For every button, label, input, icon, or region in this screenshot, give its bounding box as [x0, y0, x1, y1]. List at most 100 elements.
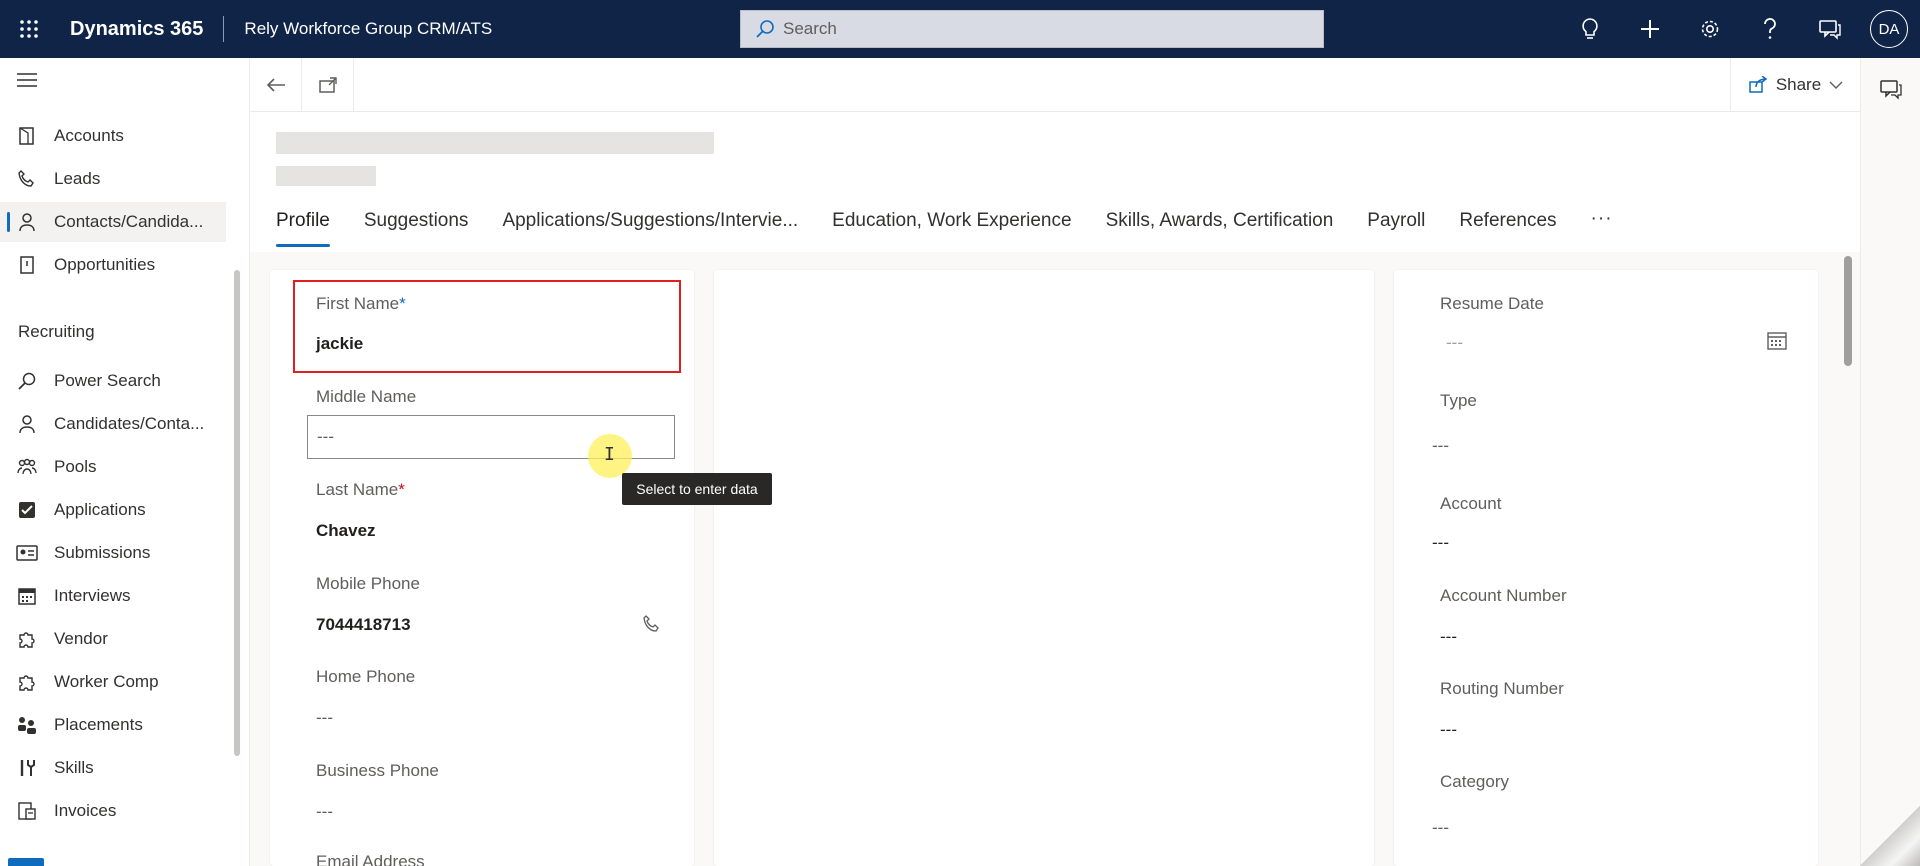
sidebar-item-applications[interactable]: Applications [0, 490, 226, 530]
sidebar-item-contacts[interactable]: Contacts/Candida... [0, 202, 226, 242]
lightbulb-icon[interactable] [1560, 0, 1620, 58]
tab-list: Profile Suggestions Applications/Suggest… [276, 208, 1613, 252]
share-icon [1749, 76, 1768, 93]
calendar-icon[interactable] [1766, 330, 1788, 357]
checkbox-icon [0, 501, 54, 519]
puzzle-icon [0, 629, 54, 649]
business-phone-label: Business Phone [316, 761, 439, 780]
first-name-input[interactable]: jackie [316, 334, 363, 354]
sidebar-item-label: Power Search [54, 371, 161, 390]
account-number-input[interactable]: --- [1440, 627, 1457, 647]
person-icon [0, 414, 54, 434]
calendar-icon [0, 586, 54, 606]
sidebar-scrollbar[interactable] [234, 270, 240, 756]
back-button[interactable] [250, 58, 302, 112]
record-title-placeholder [276, 132, 714, 154]
id-card-icon [0, 545, 54, 561]
plus-icon[interactable] [1620, 0, 1680, 58]
resume-date-input[interactable]: --- [1446, 333, 1463, 353]
sidebar-item-pools[interactable]: Pools [0, 447, 226, 487]
type-input[interactable]: --- [1432, 436, 1449, 456]
command-bar: Share [250, 58, 1860, 112]
account-input[interactable]: --- [1432, 533, 1449, 553]
sidebar-item-power-search[interactable]: Power Search [0, 361, 226, 401]
routing-number-input[interactable]: --- [1440, 720, 1457, 740]
search-icon [756, 20, 774, 38]
chevron-down-icon [1829, 81, 1843, 89]
record-subtitle-placeholder [276, 166, 376, 186]
last-name-input[interactable]: Chavez [316, 521, 376, 541]
text-cursor-icon: I [604, 444, 615, 465]
tab-references[interactable]: References [1459, 208, 1556, 232]
account-label: Account [1440, 494, 1502, 513]
sidebar-item-submissions[interactable]: Submissions [0, 533, 226, 573]
section-header-recruiting: Recruiting [18, 322, 95, 341]
sidebar-item-candidates[interactable]: Candidates/Conta... [0, 404, 226, 444]
type-label: Type [1440, 391, 1477, 410]
document-icon [0, 255, 54, 275]
environment-name[interactable]: Rely Workforce Group CRM/ATS [244, 19, 492, 39]
sidebar-item-opportunities[interactable]: Opportunities [0, 245, 226, 285]
account-number-label: Account Number [1440, 586, 1567, 605]
sidebar-item-invoices[interactable]: Invoices [0, 791, 226, 831]
sidebar-item-label: Worker Comp [54, 672, 159, 691]
back-arrow-icon [266, 78, 285, 92]
middle-section-card [714, 270, 1374, 866]
sidebar-item-label: Vendor [54, 629, 108, 648]
tools-icon [0, 758, 54, 778]
more-tabs-icon[interactable]: ··· [1591, 208, 1613, 230]
app-launcher-icon[interactable] [0, 0, 58, 58]
tab-suggestions[interactable]: Suggestions [364, 208, 469, 232]
sidebar-item-placements[interactable]: Placements [0, 705, 226, 745]
share-label: Share [1775, 75, 1822, 94]
sidebar-item-interviews[interactable]: Interviews [0, 576, 226, 616]
sidebar-item-label: Applications [54, 500, 146, 519]
open-in-new-window-button[interactable] [302, 58, 354, 112]
chat-icon[interactable] [1879, 78, 1903, 105]
pop-out-icon [318, 77, 337, 93]
sidebar-item-accounts[interactable]: Accounts [0, 116, 226, 156]
hamburger-menu-icon[interactable] [16, 72, 38, 93]
page-curl-decoration [1860, 806, 1920, 866]
help-icon[interactable] [1740, 0, 1800, 58]
home-phone-label: Home Phone [316, 667, 416, 686]
invoice-icon [0, 801, 54, 821]
accounts-icon [0, 126, 54, 146]
share-button[interactable]: Share [1730, 58, 1860, 112]
people-icon [0, 715, 54, 735]
person-icon [0, 212, 54, 232]
email-label: Email Address [316, 852, 425, 866]
sidebar-item-label: Opportunities [54, 255, 156, 274]
tab-applications[interactable]: Applications/Suggestions/Intervie... [502, 208, 798, 232]
sidebar-item-label: Submissions [54, 543, 151, 562]
chat-icon[interactable] [1800, 0, 1860, 58]
category-input[interactable]: --- [1432, 818, 1449, 838]
phone-icon [0, 169, 54, 189]
global-search-input[interactable]: Search [740, 10, 1324, 48]
middle-name-placeholder: --- [317, 427, 334, 446]
tab-education[interactable]: Education, Work Experience [832, 208, 1071, 232]
sidebar-item-label: Interviews [54, 586, 131, 605]
avatar[interactable]: DA [1870, 10, 1908, 48]
sidebar-item-label: Candidates/Conta... [54, 414, 205, 433]
tab-profile[interactable]: Profile [276, 208, 330, 247]
last-name-label: Last Name* [316, 480, 405, 499]
sidebar-item-worker-comp[interactable]: Worker Comp [0, 662, 226, 702]
sidebar-item-leads[interactable]: Leads [0, 159, 226, 199]
sidebar-item-skills[interactable]: Skills [0, 748, 226, 788]
search-placeholder: Search [783, 19, 837, 38]
tab-skills[interactable]: Skills, Awards, Certification [1106, 208, 1334, 232]
business-phone-input[interactable]: --- [316, 802, 333, 822]
sidebar-area-switcher[interactable] [8, 858, 44, 866]
first-name-label: First Name* [316, 294, 406, 313]
sidebar-item-vendor[interactable]: Vendor [0, 619, 226, 659]
phone-call-icon[interactable] [642, 614, 662, 639]
home-phone-input[interactable]: --- [316, 708, 333, 728]
app-name[interactable]: Dynamics 365 [70, 18, 203, 41]
tab-payroll[interactable]: Payroll [1367, 208, 1425, 232]
mobile-phone-input[interactable]: 7044418713 [316, 615, 411, 635]
sidebar-item-label: Leads [54, 169, 101, 188]
main-scrollbar[interactable] [1844, 256, 1852, 366]
search-icon [0, 371, 54, 391]
gear-icon[interactable] [1680, 0, 1740, 58]
